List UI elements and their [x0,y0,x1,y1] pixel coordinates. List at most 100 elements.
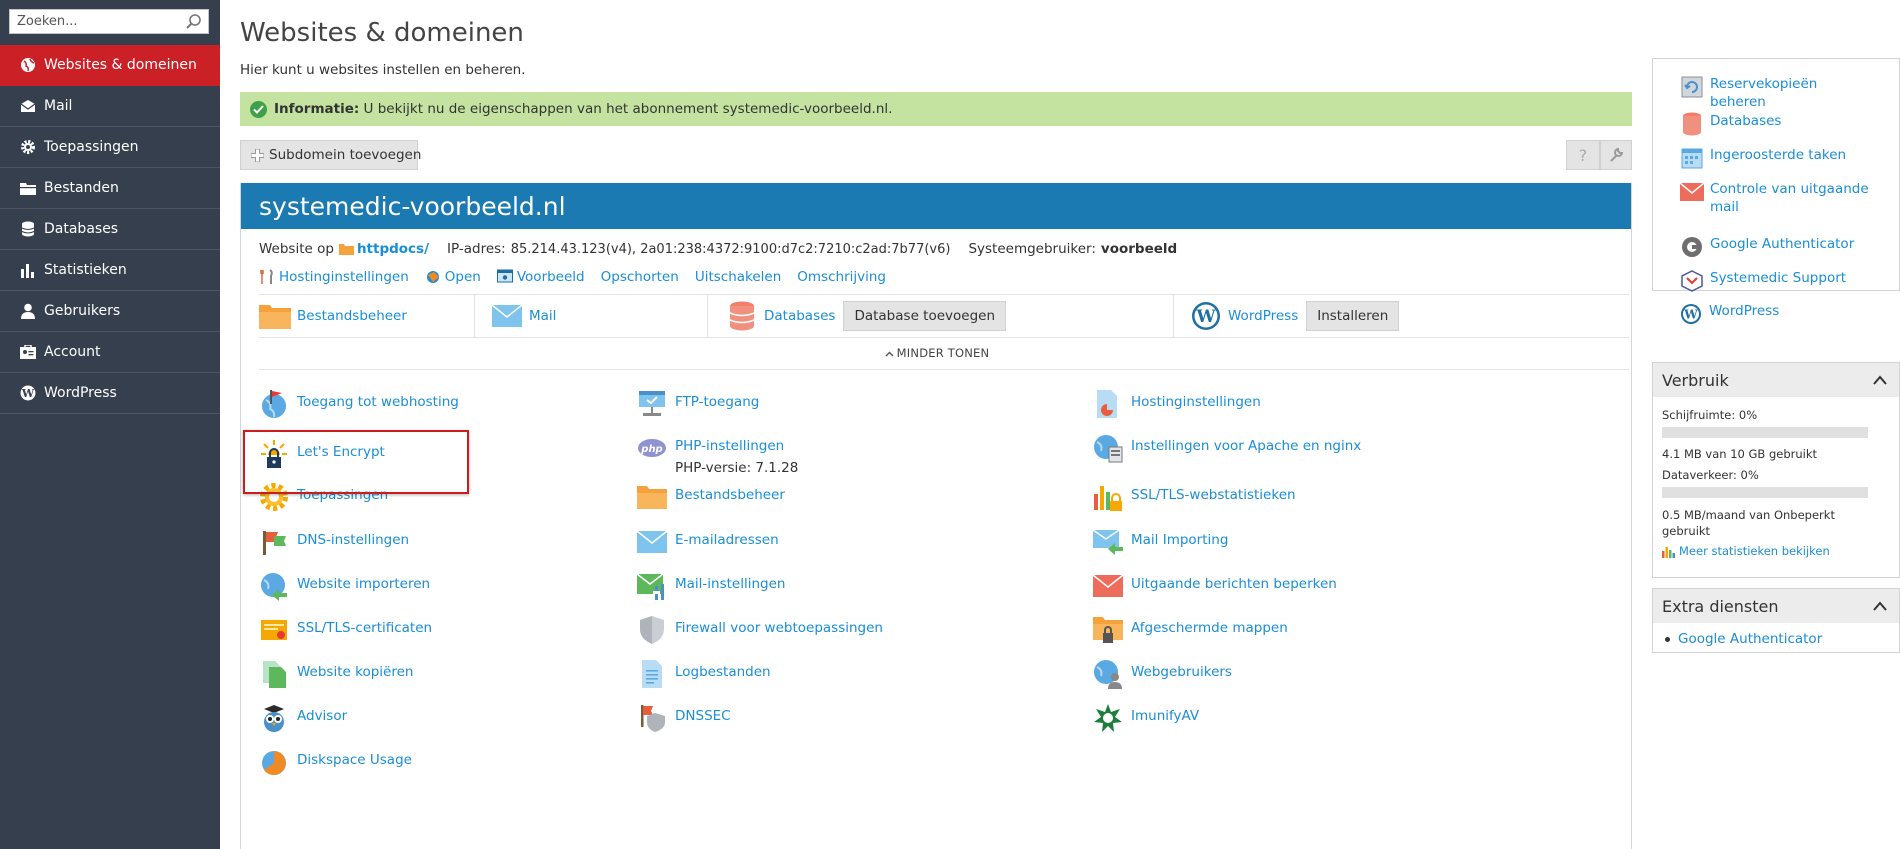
hosting-settings-link[interactable]: Hostinginstellingen [259,269,409,285]
tool-web-users[interactable]: Webgebruikers [1093,659,1232,689]
sidebar-item-users[interactable]: Gebruikers [0,291,220,332]
dnssec-icon [637,703,667,733]
tool-web-app-firewall[interactable]: Firewall voor webtoepassingen [637,615,883,645]
tool-apache-nginx[interactable]: Instellingen voor Apache en nginx [1093,433,1361,463]
extra-services-header[interactable]: Extra diensten [1653,589,1899,623]
tool-imunifyav[interactable]: ImunifyAV [1093,703,1199,733]
tool-protected-dirs[interactable]: Afgeschermde mappen [1093,615,1288,645]
tool-label: Firewall voor webtoepassingen [675,620,883,636]
tool-advisor[interactable]: Advisor [259,703,347,733]
link-systemedic-support[interactable]: Systemedic Support [1680,269,1846,293]
tool-email-addresses[interactable]: E-mailadressen [637,527,779,557]
search-box [9,9,209,34]
sidebar-item-label: Databases [44,221,119,237]
link-scheduled-tasks[interactable]: Ingeroosterde taken [1680,146,1846,170]
settings-button[interactable] [1600,140,1632,170]
link-databases[interactable]: Databases [1680,112,1781,136]
sidebar-item-wordpress[interactable]: W WordPress [0,373,220,414]
stats-icon [1662,545,1676,558]
link-google-authenticator[interactable]: Google Authenticator [1680,235,1854,259]
more-stats-link[interactable]: Meer statistieken bekijken [1662,544,1830,558]
shield-icon [637,615,667,645]
tool-label: Website kopiëren [297,664,414,680]
link-outgoing-mail-control[interactable]: Controle van uitgaande mail [1680,180,1870,216]
tool-label: Website importeren [297,576,431,592]
tool-dnssec[interactable]: DNSSEC [637,703,731,733]
traffic-usage-bar [1662,487,1868,498]
extra-service-item[interactable]: Google Authenticator [1665,631,1822,647]
user-icon [20,303,36,319]
docroot-link[interactable]: httpdocs/ [357,241,429,257]
help-button[interactable]: ? [1566,140,1600,170]
tool-website-import[interactable]: Website importeren [259,571,430,601]
mail-settings-icon [637,571,667,601]
sidebar-item-mail[interactable]: Mail [0,86,220,127]
action-label: Opschorten [600,269,679,285]
info-label: Informatie: [274,101,360,117]
description-link[interactable]: Omschrijving [797,269,886,285]
database-icon [1680,112,1704,136]
action-label: Omschrijving [797,269,886,285]
action-label: Open [444,269,481,285]
tool-php-settings[interactable]: php PHP-instellingen PHP-versie: 7.1.28 [637,433,798,476]
tool-label: Bestandsbeheer [675,487,785,503]
tool-diskspace-usage[interactable]: Diskspace Usage [259,747,412,777]
install-wordpress-button[interactable]: Installeren [1306,301,1400,331]
sidebar-item-statistics[interactable]: Statistieken [0,250,220,291]
suspend-link[interactable]: Opschorten [601,269,679,285]
tool-ssl-webstats[interactable]: SSL/TLS-webstatistieken [1093,482,1296,512]
quick-mail[interactable]: Mail [475,295,708,337]
dns-icon [259,527,289,557]
disable-link[interactable]: Uitschakelen [695,269,781,285]
sidebar-item-applications[interactable]: Toepassingen [0,127,220,168]
quick-wordpress-link[interactable]: WordPress [1228,308,1298,324]
sidebar-item-databases[interactable]: Databases [0,209,220,250]
action-label: Hostinginstellingen [279,269,409,285]
quick-files[interactable]: Bestandsbeheer [259,295,475,337]
sidebar-item-files[interactable]: Bestanden [0,168,220,209]
php-icon: php [637,433,667,463]
sidebar-item-account[interactable]: Account [0,332,220,373]
tool-label: Instellingen voor Apache en nginx [1131,438,1362,454]
preview-icon [496,269,513,285]
tool-website-copy[interactable]: Website kopiëren [259,659,413,689]
folder-icon [637,482,667,512]
link-wordpress[interactable]: W WordPress [1679,302,1779,326]
search-input[interactable] [10,10,180,33]
open-link[interactable]: Open [425,269,481,285]
tool-ftp-access[interactable]: FTP-toegang [637,389,759,419]
tool-log-files[interactable]: Logbestanden [637,659,771,689]
gear-icon [20,139,36,155]
hosting-access-icon [259,389,289,419]
quick-databases-link[interactable]: Databases [764,308,835,324]
more-stats-label: Meer statistieken bekijken [1679,544,1830,558]
quick-link-label: Ingeroosterde taken [1710,147,1847,163]
tool-mail-importing[interactable]: Mail Importing [1093,527,1228,557]
php-text-group: PHP-instellingen PHP-versie: 7.1.28 [675,433,798,476]
quick-link-label: WordPress [1709,303,1780,319]
add-database-button[interactable]: Database toevoegen [843,301,1007,331]
tool-hosting-settings[interactable]: Hostinginstellingen [1093,389,1261,419]
tool-label: Hostinginstellingen [1131,394,1261,410]
tool-label: FTP-toegang [675,394,760,410]
tool-mail-settings[interactable]: Mail-instellingen [637,571,785,601]
tool-label: SSL/TLS-certificaten [297,620,433,636]
sidebar-item-websites[interactable]: Websites & domeinen [0,45,220,86]
search-icon[interactable] [185,13,202,30]
tool-file-manager[interactable]: Bestandsbeheer [637,482,785,512]
add-subdomain-button[interactable]: Subdomein toevoegen [240,140,421,170]
wordpress-icon: W [1190,301,1222,331]
preview-link[interactable]: Voorbeeld [496,269,585,285]
sidebar-item-label: Statistieken [44,262,127,278]
usage-header[interactable]: Verbruik [1653,363,1899,397]
chevron-up-icon[interactable] [1873,374,1887,386]
tool-label: Webgebruikers [1131,664,1232,680]
tool-hosting-access[interactable]: Toegang tot webhosting [259,389,459,419]
tool-outgoing-limits[interactable]: Uitgaande berichten beperken [1093,571,1337,601]
sysuser-label: Systeemgebruiker: [968,241,1096,257]
link-backups[interactable]: Reservekopieën beheren [1680,75,1860,111]
tool-ssl-certificates[interactable]: SSL/TLS-certificaten [259,615,432,645]
chevron-up-icon[interactable] [1873,600,1887,612]
tool-dns-settings[interactable]: DNS-instellingen [259,527,409,557]
show-less-toggle[interactable]: MINDER TONEN [241,346,1633,360]
